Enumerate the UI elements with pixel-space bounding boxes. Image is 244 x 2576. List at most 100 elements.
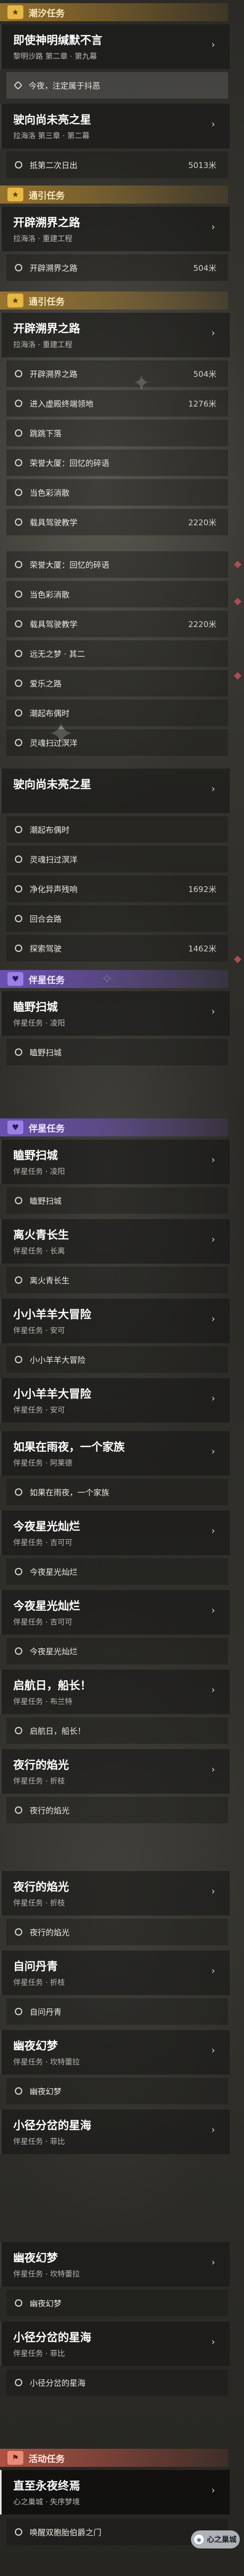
tracked-marker-icon <box>233 672 242 680</box>
quest-title: 幽夜幻梦 <box>13 2252 58 2264</box>
quest-step[interactable]: 自问丹青 <box>6 1998 228 2025</box>
quest-card[interactable]: 开辟溯界之路 拉海洛 · 重建工程 › <box>0 313 230 357</box>
category-header-daily[interactable]: ★ 潮汐任务 <box>0 3 228 21</box>
quest-card[interactable]: 小小羊羊大冒险 伴星任务 · 安可 › <box>0 1378 230 1423</box>
quest-card[interactable]: 启航日，船长！ 伴星任务 · 布兰特 › <box>0 1670 230 1714</box>
quest-card[interactable]: 瞌野扫城 伴星任务 · 凌阳 › <box>0 991 230 1036</box>
quest-subtitle: 伴星任务 · 折枝 <box>13 1979 65 1987</box>
quest-step[interactable]: 当色彩消散 <box>6 479 228 506</box>
quest-card[interactable]: 开辟溯界之路 拉海洛 · 重建工程 › <box>0 207 230 251</box>
quest-card[interactable]: 小径分岔的星海 伴星任务 · 菲比 › <box>0 2110 230 2154</box>
chevron-right-icon: › <box>211 1886 215 1897</box>
step-label: 净化异声残响 <box>30 884 78 894</box>
step-label: 今夜星光灿烂 <box>30 1646 78 1656</box>
quest-step[interactable]: 探索驾驶 1462米 <box>6 935 228 961</box>
quest-step[interactable]: 开辟溯界之路 504米 <box>6 254 228 281</box>
quest-card[interactable]: 驶向尚未亮之星 › <box>0 769 230 813</box>
quest-subtitle: 伴星任务 · 折枝 <box>13 1899 65 1908</box>
quest-card[interactable]: 幽夜幻梦 伴星任务 · 坎特蕾拉 › <box>0 2030 230 2075</box>
quest-card[interactable]: 直至永夜终焉 心之巢城 · 失序梦境 › <box>0 2470 230 2515</box>
step-label: 潮起布偶时 <box>30 708 70 718</box>
chevron-right-icon: › <box>211 1313 215 1325</box>
circle-icon <box>15 2379 22 2386</box>
quest-step[interactable]: 瞌野扫城 <box>6 1187 228 1214</box>
category-label: 伴星任务 <box>29 1123 65 1134</box>
category-header-event[interactable]: ⚑ 活动任务 <box>0 2449 228 2467</box>
quest-step[interactable]: 今夜星光灿烂 <box>6 1558 228 1585</box>
circle-icon <box>15 1928 22 1936</box>
quest-title: 驶向尚未亮之星 <box>13 778 91 791</box>
quest-step[interactable]: 荣誉大厦：回忆的碎语 <box>6 449 228 476</box>
chevron-right-icon: › <box>211 2485 215 2496</box>
quest-title: 瞌野扫城 <box>13 1149 58 1162</box>
quest-card[interactable]: 驶向尚未亮之星 拉海洛 第三章 · 第二幕 › <box>0 104 230 148</box>
quest-title: 开辟溯界之路 <box>13 322 80 335</box>
step-label: 载具驾驶教学 <box>30 619 78 629</box>
quest-step[interactable]: 回合会路 <box>6 905 228 932</box>
quest-step[interactable]: 进入虚殿终端领地 1276米 <box>6 390 228 417</box>
category-header-guide[interactable]: ★ 通引任务 <box>0 292 228 310</box>
quest-card[interactable]: 瞌野扫城 伴星任务 · 凌阳 › <box>0 1140 230 1184</box>
quest-card[interactable]: 小径分岔的星海 伴星任务 · 菲比 › <box>0 2322 230 2366</box>
quest-step[interactable]: 小小羊羊大冒险 <box>6 1346 228 1373</box>
quest-subtitle: 伴星任务 · 吉可可 <box>13 1539 73 1547</box>
quest-subtitle: 伴星任务 · 安可 <box>13 1327 65 1335</box>
quest-step[interactable]: 夜行的焰光 <box>6 1919 228 1945</box>
quest-step[interactable]: 当色彩消散 <box>6 581 228 607</box>
category-header-companion[interactable]: ♥ 伴星任务 <box>0 970 228 988</box>
quest-card[interactable]: 夜行的焰光 伴星任务 · 折枝 › <box>0 1749 230 1794</box>
region-teleport-button[interactable]: ◉ 心之巢城 <box>191 2530 240 2548</box>
quest-step[interactable]: 潮起布偶时 <box>6 816 228 843</box>
quest-step[interactable]: 潮起布偶时 <box>6 700 228 726</box>
quest-step[interactable]: 载具驾驶教学 2220米 <box>6 611 228 637</box>
circle-icon <box>15 739 22 746</box>
quest-step[interactable]: 小径分岔的星海 <box>6 2369 228 2396</box>
quest-step[interactable]: 爱乐之路 <box>6 670 228 696</box>
circle-icon <box>15 590 22 598</box>
quest-step[interactable]: 如果在雨夜，一个家族 <box>6 1479 228 1505</box>
quest-step[interactable]: 夜行的焰光 <box>6 1797 228 1823</box>
quest-step[interactable]: 幽夜幻梦 <box>6 2078 228 2104</box>
quest-step[interactable]: 灵魂扫过溟洋 <box>6 729 228 756</box>
quest-step[interactable]: 跳跳下落 <box>6 420 228 446</box>
chevron-right-icon: › <box>211 1764 215 1775</box>
quest-step[interactable]: 今夜，注定属于抖恶 <box>6 72 228 99</box>
quest-step[interactable]: 灵魂扫过溟洋 <box>6 846 228 872</box>
step-label: 启航日，船长！ <box>30 1726 86 1736</box>
quest-subtitle: 伴星任务 · 安可 <box>13 1406 65 1415</box>
quest-step[interactable]: 载具驾驶教学 2220米 <box>6 509 228 535</box>
quest-step[interactable]: 远无之梦 · 其二 <box>6 640 228 667</box>
quest-subtitle: 伴星任务 · 阿莱德 <box>13 1459 73 1468</box>
quest-step[interactable]: 抵第二次日出 5013米 <box>6 152 228 178</box>
circle-icon <box>15 885 22 893</box>
quest-step[interactable]: 今夜星光灿烂 <box>6 1638 228 1664</box>
step-label: 荣誉大厦：回忆的碎语 <box>30 560 110 570</box>
quest-card[interactable]: 夜行的焰光 伴星任务 · 折枝 › <box>0 1871 230 1916</box>
quest-card[interactable]: 小小羊羊大冒险 伴星任务 · 安可 › <box>0 1299 230 1343</box>
quest-card[interactable]: 今夜星光灿烂 伴星任务 · 吉可可 › <box>0 1511 230 1555</box>
step-label: 远无之梦 · 其二 <box>30 649 85 659</box>
quest-step[interactable]: 开辟溯界之路 504米 <box>6 360 228 387</box>
circle-icon <box>15 2008 22 2015</box>
category-header-companion[interactable]: ♥ 伴星任务 <box>0 1118 228 1136</box>
quest-step[interactable]: 净化异声残响 1692米 <box>6 876 228 902</box>
step-label: 回合会路 <box>30 914 62 924</box>
quest-step[interactable]: 荣誉大厦：回忆的碎语 <box>6 551 228 578</box>
tracked-marker-icon <box>233 955 242 964</box>
quest-card[interactable]: 如果在雨夜，一个家族 伴星任务 · 阿莱德 › <box>0 1431 230 1476</box>
quest-card[interactable]: 即使神明缄默不言 黎明沙路 第二章 · 第九幕 › <box>0 24 230 69</box>
diamond-icon <box>13 81 23 90</box>
quest-card[interactable]: 自问丹青 伴星任务 · 折枝 › <box>0 1951 230 1995</box>
quest-card[interactable]: 今夜星光灿烂 伴星任务 · 吉可可 › <box>0 1590 230 1635</box>
quest-card[interactable]: 离火青长生 伴星任务 · 长离 › <box>0 1219 230 1264</box>
quest-step[interactable]: 瞌野扫城 <box>6 1039 228 1065</box>
circle-icon <box>15 945 22 952</box>
chevron-right-icon: › <box>211 1525 215 1537</box>
quest-subtitle: 伴星任务 · 坎特蕾拉 <box>13 2270 80 2279</box>
category-header-guide[interactable]: ★ 通引任务 <box>0 186 228 204</box>
quest-step[interactable]: 启航日，船长！ <box>6 1717 228 1744</box>
circle-icon <box>15 1197 22 1204</box>
quest-step[interactable]: 离火青长生 <box>6 1267 228 1293</box>
quest-card[interactable]: 幽夜幻梦 伴星任务 · 坎特蕾拉 › <box>0 2242 230 2287</box>
quest-step[interactable]: 幽夜幻梦 <box>6 2290 228 2316</box>
